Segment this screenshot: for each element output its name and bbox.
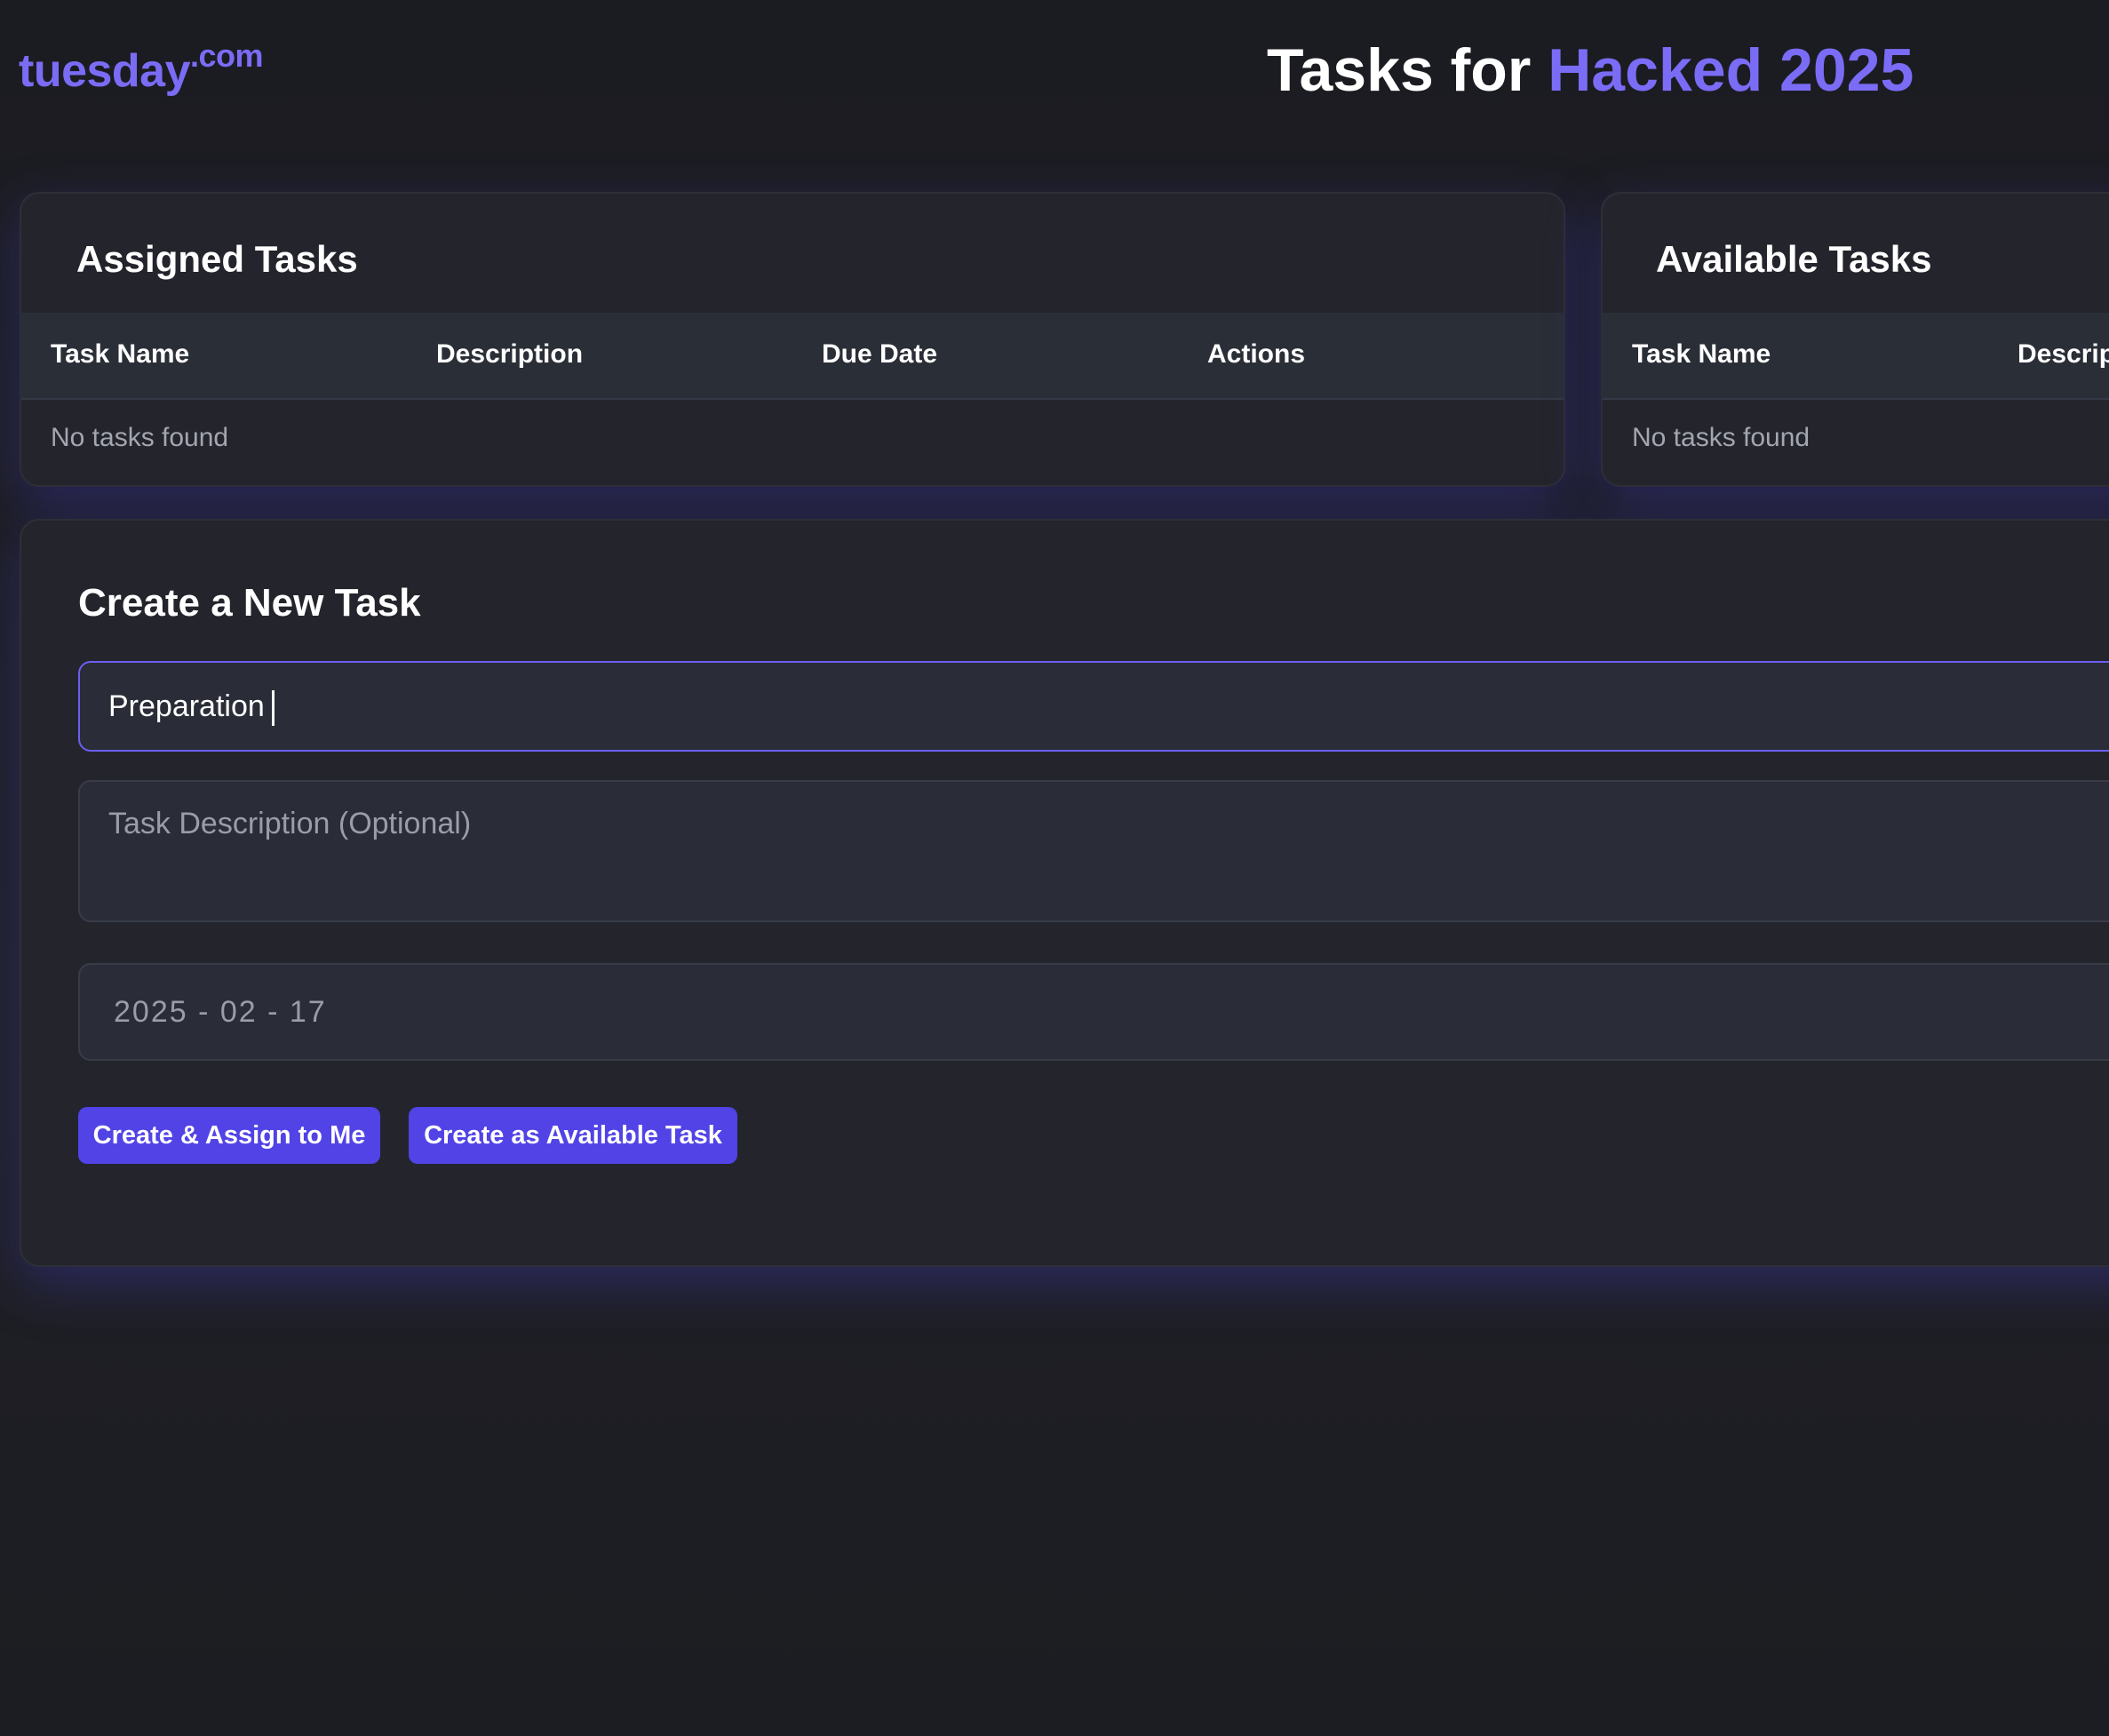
column-task-name: Task Name — [1632, 339, 1771, 369]
due-date-input[interactable]: 2025 - 02 - 17 — [78, 963, 2109, 1061]
assigned-tasks-card: Assigned Tasks Task Name Description Due… — [20, 192, 1565, 487]
due-date-value: 2025 - 02 - 17 — [114, 995, 327, 1029]
logo[interactable]: tuesday.com — [19, 37, 264, 98]
task-description-input[interactable]: Task Description (Optional) — [78, 780, 2109, 922]
column-due-date: Due Date — [822, 339, 938, 369]
column-description: Descrip — [2017, 339, 2109, 369]
assigned-tasks-empty: No tasks found — [51, 423, 229, 452]
column-description: Description — [436, 339, 584, 369]
create-assign-button[interactable]: Create & Assign to Me — [78, 1107, 380, 1164]
available-tasks-heading: Available Tasks — [1656, 238, 1932, 280]
create-available-button[interactable]: Create as Available Task — [409, 1107, 737, 1164]
task-name-input[interactable]: Preparation — [78, 661, 2109, 752]
create-task-heading: Create a New Task — [78, 581, 421, 625]
logo-tld: .com — [190, 37, 264, 74]
column-actions: Actions — [1207, 339, 1306, 369]
available-tasks-empty: No tasks found — [1632, 423, 1811, 452]
task-name-value: Preparation — [108, 689, 265, 723]
logo-main: tuesday — [19, 45, 191, 97]
text-caret — [271, 690, 275, 727]
page-title: Tasks for Hacked 2025 — [1267, 36, 1914, 105]
available-tasks-table-header: Task Name Descrip — [1603, 313, 2109, 400]
page-title-event: Hacked 2025 — [1548, 36, 1914, 104]
assigned-tasks-heading: Assigned Tasks — [76, 238, 358, 280]
column-task-name: Task Name — [51, 339, 190, 369]
page: tuesday.com Tasks for Hacked 2025 Assign… — [0, 0, 2109, 1736]
assigned-tasks-table-header: Task Name Description Due Date Actions — [21, 313, 1564, 400]
create-task-card: Create a New Task Preparation Task Descr… — [20, 519, 2109, 1267]
task-description-placeholder: Task Description (Optional) — [108, 807, 472, 840]
available-tasks-card: Available Tasks Task Name Descrip No tas… — [1601, 192, 2109, 487]
page-title-prefix: Tasks for — [1267, 36, 1548, 104]
